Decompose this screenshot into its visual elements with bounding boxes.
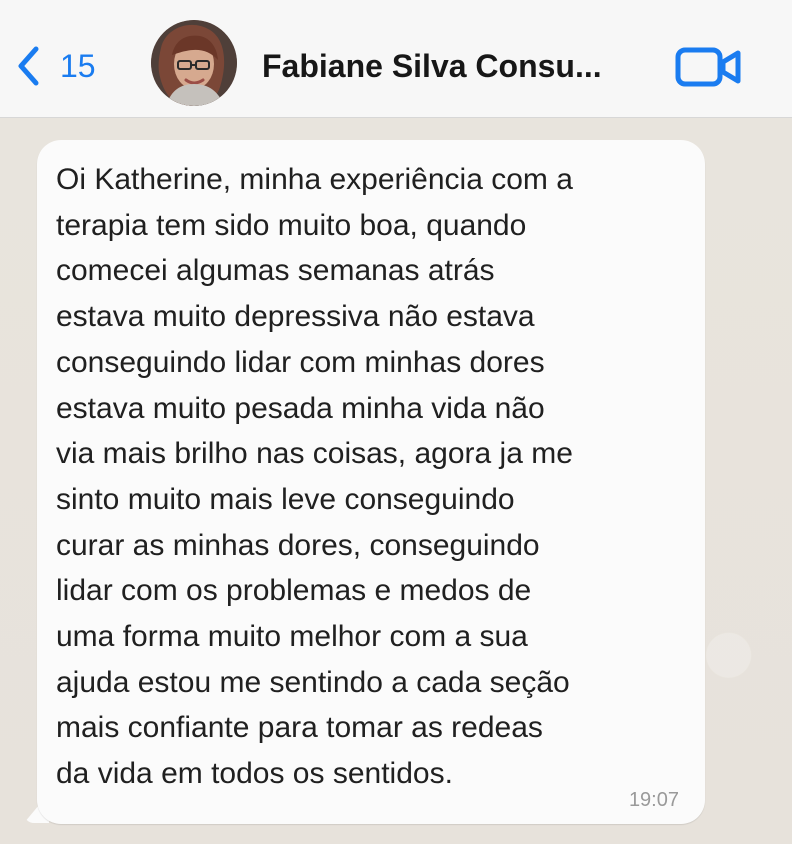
message-time: 19:07 <box>628 789 679 811</box>
chevron-left-icon <box>10 44 46 88</box>
back-button[interactable]: 15 <box>10 38 120 94</box>
avatar[interactable] <box>151 20 237 106</box>
chat-header: 15 Fabiane Silva Consu... <box>0 0 792 118</box>
unread-count: 15 <box>60 48 96 84</box>
contact-name[interactable]: Fabiane Silva Consu... <box>262 45 662 87</box>
message-text: Oi Katherine, minha experiência com a te… <box>56 163 573 791</box>
video-call-icon <box>674 47 744 95</box>
video-call-button[interactable] <box>674 43 744 91</box>
message-bubble: Oi Katherine, minha experiência com a te… <box>37 140 705 824</box>
